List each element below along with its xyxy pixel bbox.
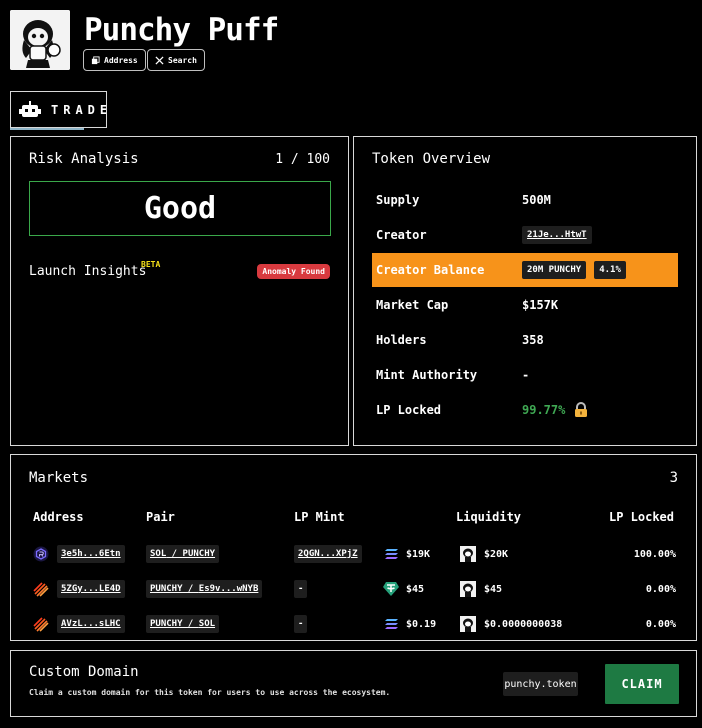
lp-mint-link[interactable]: 2QGN...XPjZ bbox=[294, 545, 362, 563]
pair-quote[interactable]: PUNCHY bbox=[183, 549, 216, 559]
address-button[interactable]: Address bbox=[83, 49, 146, 71]
market-pair[interactable]: PUNCHY / SOL bbox=[146, 615, 220, 633]
raydium-icon bbox=[33, 542, 49, 566]
liquidity-usd-amount: $45 bbox=[484, 583, 503, 595]
markets-title: Markets bbox=[29, 470, 89, 486]
market-address-link[interactable]: 5ZGy...LE4D bbox=[57, 580, 125, 598]
robot-icon bbox=[19, 100, 41, 119]
tether-icon bbox=[382, 577, 400, 601]
meteora-icon bbox=[33, 577, 49, 601]
overview-key: Market Cap bbox=[376, 298, 449, 312]
solana-icon bbox=[385, 612, 399, 636]
copy-icon bbox=[91, 55, 100, 65]
lp-mint-value: - bbox=[294, 580, 308, 598]
overview-row-lp-locked: LP Locked 99.77% bbox=[372, 393, 678, 427]
column-header-address: Address bbox=[33, 510, 84, 524]
market-pair[interactable]: SOL / PUNCHY bbox=[146, 545, 220, 563]
token-overview-panel: Token Overview Supply 500M Creator 21Je.… bbox=[353, 136, 697, 446]
overview-value: $157K bbox=[522, 298, 559, 312]
overview-title: Token Overview bbox=[372, 151, 491, 167]
risk-rating: Good bbox=[29, 181, 331, 236]
overview-row-creator-balance: Creator Balance 20M PUNCHY 4.1% bbox=[372, 253, 678, 287]
pair-quote[interactable]: Es9v...wNYB bbox=[199, 584, 259, 594]
token-name: Punchy Puff bbox=[84, 12, 279, 48]
liquidity-usd-amount: $20K bbox=[484, 548, 509, 560]
overview-key: Holders bbox=[376, 333, 427, 347]
market-pair[interactable]: PUNCHY / Es9v...wNYB bbox=[146, 580, 263, 598]
trade-tab-label: TRADE bbox=[51, 102, 113, 117]
trade-tab[interactable]: TRADE bbox=[10, 91, 107, 130]
pair-quote[interactable]: SOL bbox=[199, 619, 215, 629]
liquidity-token-amount: $45 bbox=[406, 583, 425, 595]
creator-address-link[interactable]: 21Je...HtwT bbox=[522, 226, 592, 244]
liquidity-token-amount: $19K bbox=[406, 548, 431, 560]
markets-panel: Markets 3 Address Pair LP Mint Liquidity… bbox=[10, 454, 697, 641]
anomaly-badge[interactable]: Anomaly Found bbox=[257, 264, 330, 279]
overview-value: 358 bbox=[522, 333, 544, 347]
overview-key: Supply bbox=[376, 193, 420, 207]
punchy-avatar-icon bbox=[460, 577, 476, 601]
domain-title: Custom Domain bbox=[29, 664, 139, 680]
overview-value: - bbox=[522, 368, 530, 382]
punchy-avatar-icon bbox=[460, 542, 476, 566]
risk-score: 1 / 100 bbox=[275, 152, 330, 167]
risk-analysis-panel: Risk Analysis 1 / 100 Good Launch Insigh… bbox=[10, 136, 349, 446]
pair-base[interactable]: PUNCHY bbox=[150, 584, 183, 594]
punchy-avatar-icon bbox=[460, 612, 476, 636]
token-avatar bbox=[10, 10, 70, 70]
market-lp-locked: 100.00% bbox=[633, 548, 676, 560]
lp-mint-value: - bbox=[294, 615, 308, 633]
pair-base[interactable]: SOL bbox=[150, 549, 166, 559]
column-header-lp-mint: LP Mint bbox=[294, 510, 345, 524]
creator-balance-percent: 4.1% bbox=[594, 261, 626, 279]
market-lp-locked: 0.00% bbox=[645, 583, 676, 595]
markets-count: 3 bbox=[669, 470, 678, 486]
overview-row-market-cap: Market Cap $157K bbox=[372, 288, 678, 322]
column-header-liquidity: Liquidity bbox=[456, 510, 522, 524]
overview-row-supply: Supply 500M bbox=[372, 183, 678, 217]
x-icon bbox=[155, 55, 164, 65]
liquidity-token-amount: $0.19 bbox=[406, 618, 437, 630]
overview-key: Mint Authority bbox=[376, 368, 478, 382]
column-header-pair: Pair bbox=[146, 510, 175, 524]
creator-balance-value: 20M PUNCHY bbox=[522, 261, 587, 279]
overview-value: 500M bbox=[522, 193, 551, 207]
lp-locked-value: 99.77% bbox=[522, 403, 566, 417]
domain-input[interactable]: punchy.token bbox=[503, 672, 578, 696]
market-address-link[interactable]: AVzL...sLHC bbox=[57, 615, 125, 633]
beta-badge: BETA bbox=[141, 260, 161, 269]
market-row[interactable]: 3e5h...6Etn SOL / PUNCHY 2QGN...XPjZ $19… bbox=[11, 542, 698, 568]
overview-key: Creator Balance bbox=[376, 263, 485, 277]
pair-base[interactable]: PUNCHY bbox=[150, 619, 183, 629]
address-button-label: Address bbox=[104, 55, 138, 65]
overview-row-creator: Creator 21Je...HtwT bbox=[372, 218, 678, 252]
lock-icon bbox=[573, 402, 589, 418]
search-button-label: Search bbox=[168, 55, 197, 65]
market-row[interactable]: 5ZGy...LE4D PUNCHY / Es9v...wNYB - $45 $… bbox=[11, 577, 698, 603]
search-button[interactable]: Search bbox=[147, 49, 205, 71]
custom-domain-panel: Custom Domain Claim a custom domain for … bbox=[10, 650, 697, 717]
risk-title: Risk Analysis bbox=[29, 151, 139, 167]
overview-row-holders: Holders 358 bbox=[372, 323, 678, 357]
liquidity-usd-amount: $0.0000000038 bbox=[484, 618, 563, 630]
launch-insights-label[interactable]: Launch Insights bbox=[29, 264, 146, 279]
overview-key: LP Locked bbox=[376, 403, 442, 417]
claim-button[interactable]: CLAIM bbox=[605, 664, 679, 704]
overview-key: Creator bbox=[376, 228, 427, 242]
solana-icon bbox=[385, 542, 399, 566]
meteora-icon bbox=[33, 612, 49, 636]
column-header-lp-locked: LP Locked bbox=[608, 510, 674, 524]
token-header: Punchy Puff Address Search bbox=[10, 10, 690, 72]
domain-subtitle: Claim a custom domain for this token for… bbox=[29, 688, 391, 697]
overview-row-mint-authority: Mint Authority - bbox=[372, 358, 678, 392]
market-lp-locked: 0.00% bbox=[645, 618, 676, 630]
market-address-link[interactable]: 3e5h...6Etn bbox=[57, 545, 125, 563]
market-row[interactable]: AVzL...sLHC PUNCHY / SOL - $0.19 $0.0000… bbox=[11, 612, 698, 638]
